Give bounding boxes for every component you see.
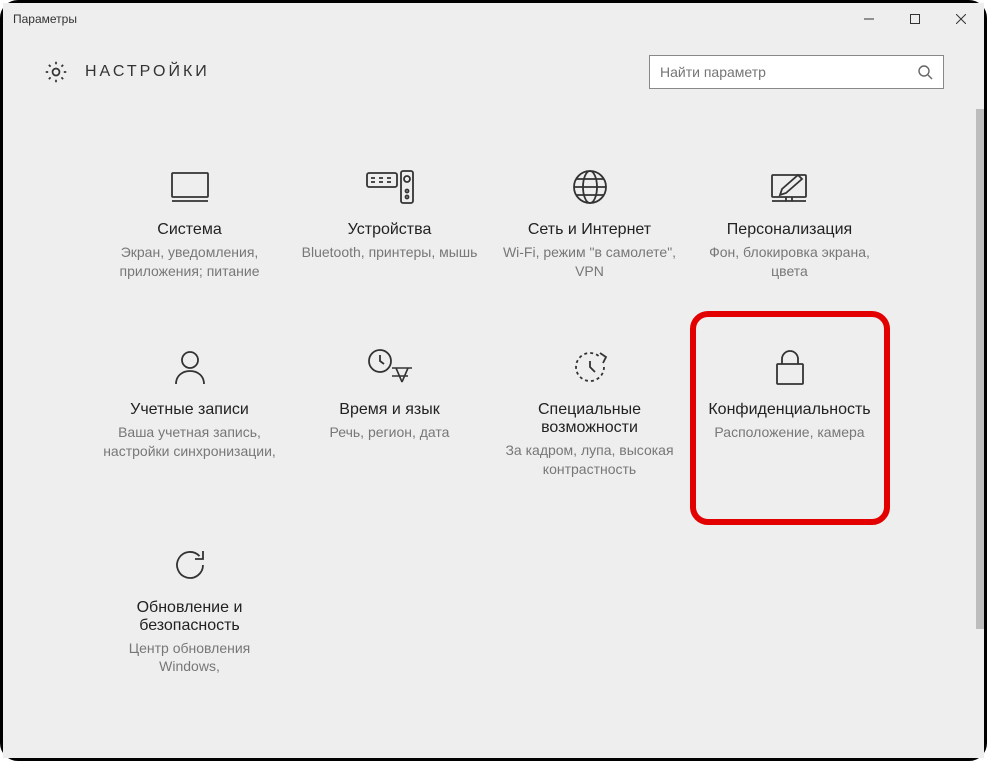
lock-icon — [702, 347, 878, 387]
tile-desc: Экран, уведомления, приложения; питание — [96, 243, 284, 281]
window-controls — [846, 3, 984, 35]
tile-privacy[interactable]: Конфиденциальность Расположение, камера — [690, 311, 890, 525]
person-icon — [96, 347, 284, 387]
tile-title: Обновление и безопасность — [96, 599, 284, 635]
window-title: Параметры — [13, 12, 846, 26]
tile-desc: За кадром, лупа, высокая контрастность — [496, 441, 684, 479]
tile-desc: Центр обновления Windows, — [96, 639, 284, 677]
personalization-icon — [696, 167, 884, 207]
minimize-button[interactable] — [846, 3, 892, 35]
maximize-button[interactable] — [892, 3, 938, 35]
tile-title: Конфиденциальность — [702, 401, 878, 419]
tile-title: Время и язык — [296, 401, 484, 419]
globe-icon — [496, 167, 684, 207]
tile-title: Учетные записи — [96, 401, 284, 419]
scroll-area: Система Экран, уведомления, приложения; … — [3, 99, 976, 758]
tile-system[interactable]: Система Экран, уведомления, приложения; … — [90, 159, 290, 289]
content-area: Система Экран, уведомления, приложения; … — [3, 99, 984, 758]
tile-title: Специальные возможности — [496, 401, 684, 437]
tile-desc: Bluetooth, принтеры, мышь — [296, 243, 484, 262]
devices-icon — [296, 167, 484, 207]
tile-desc: Wi-Fi, режим "в самолете", VPN — [496, 243, 684, 281]
search-box[interactable] — [649, 55, 944, 89]
tile-devices[interactable]: Устройства Bluetooth, принтеры, мышь — [290, 159, 490, 289]
tile-title: Устройства — [296, 221, 484, 239]
scrollbar-thumb[interactable] — [976, 109, 984, 629]
search-input[interactable] — [660, 64, 917, 80]
ease-of-access-icon — [496, 347, 684, 387]
tile-accounts[interactable]: Учетные записи Ваша учетная запись, наст… — [90, 339, 290, 487]
tiles-grid: Система Экран, уведомления, приложения; … — [3, 99, 976, 724]
close-button[interactable] — [938, 3, 984, 35]
tile-title: Сеть и Интернет — [496, 221, 684, 239]
tile-desc: Речь, регион, дата — [296, 423, 484, 442]
tile-personalization[interactable]: Персонализация Фон, блокировка экрана, ц… — [690, 159, 890, 289]
header: НАСТРОЙКИ — [3, 35, 984, 99]
tile-title: Персонализация — [696, 221, 884, 239]
tile-update[interactable]: Обновление и безопасность Центр обновлен… — [90, 537, 290, 685]
settings-window: Параметры НАСТРОЙКИ — [3, 3, 984, 758]
tile-ease[interactable]: Специальные возможности За кадром, лупа,… — [490, 339, 690, 487]
scrollbar[interactable] — [976, 99, 984, 758]
time-language-icon — [296, 347, 484, 387]
titlebar: Параметры — [3, 3, 984, 35]
tile-network[interactable]: Сеть и Интернет Wi-Fi, режим "в самолете… — [490, 159, 690, 289]
page-title: НАСТРОЙКИ — [85, 63, 649, 81]
search-icon — [917, 64, 933, 80]
gear-icon — [43, 59, 69, 85]
tile-title: Система — [96, 221, 284, 239]
update-icon — [96, 545, 284, 585]
tile-desc: Ваша учетная запись, настройки синхрониз… — [96, 423, 284, 461]
tile-desc: Расположение, камера — [702, 423, 878, 442]
tile-timelang[interactable]: Время и язык Речь, регион, дата — [290, 339, 490, 487]
display-icon — [96, 167, 284, 207]
tile-desc: Фон, блокировка экрана, цвета — [696, 243, 884, 281]
